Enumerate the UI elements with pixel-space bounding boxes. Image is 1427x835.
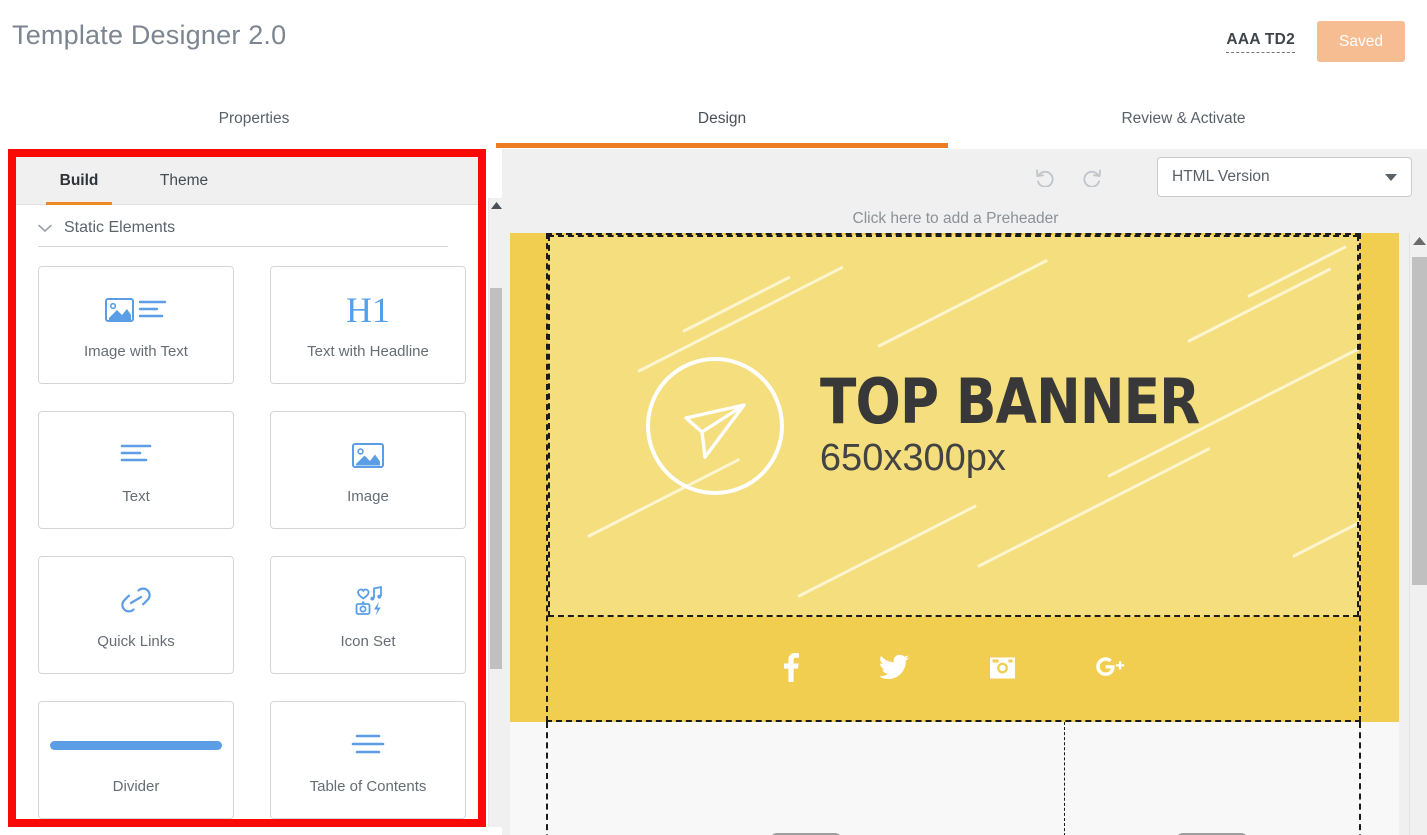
scrollbar-thumb[interactable] — [1412, 257, 1427, 585]
h1-glyph: H1 — [346, 290, 390, 330]
banner-selection-outline — [546, 233, 1361, 722]
element-card-text[interactable]: Text — [38, 411, 234, 529]
element-card-label: Quick Links — [97, 633, 175, 650]
tab-underline-active — [496, 143, 948, 148]
build-panel-highlight: Build Theme Static Elements Image with T… — [8, 149, 486, 827]
scroll-up-arrow[interactable] — [489, 202, 503, 211]
content-row — [510, 722, 1399, 835]
tab-design[interactable]: Design — [496, 96, 948, 148]
content-slot-left[interactable] — [546, 722, 1065, 835]
link-chain-icon — [118, 580, 154, 620]
element-card-divider[interactable]: Divider — [38, 701, 234, 819]
chevron-down-icon — [1385, 173, 1397, 181]
tab-review-activate-label: Review & Activate — [1121, 110, 1246, 127]
header-actions: AAA TD2 Saved — [1226, 21, 1405, 62]
icon-set-icon — [349, 580, 387, 620]
element-card-label: Text with Headline — [307, 343, 429, 360]
divider-bar-icon — [50, 725, 222, 765]
build-theme-tabbar: Build Theme — [16, 157, 478, 205]
tab-properties[interactable]: Properties — [10, 96, 498, 148]
scroll-up-arrow[interactable] — [1410, 237, 1427, 248]
tab-theme-underline — [144, 202, 224, 205]
element-card-table-of-contents[interactable]: Table of Contents — [270, 701, 466, 819]
section-title: Static Elements — [64, 219, 176, 236]
tab-underline — [950, 143, 1417, 148]
table-of-contents-icon — [348, 725, 388, 765]
tab-properties-label: Properties — [218, 110, 290, 127]
build-panel-scrollbar[interactable] — [488, 198, 502, 827]
text-lines-icon — [116, 435, 156, 475]
email-body: TOP BANNER 650x300px — [510, 233, 1399, 835]
element-card-label: Divider — [112, 778, 160, 795]
tab-build[interactable]: Build — [46, 157, 112, 205]
element-card-text-with-headline[interactable]: H1 Text with Headline — [270, 266, 466, 384]
element-card-icon-set[interactable]: Icon Set — [270, 556, 466, 674]
element-card-image[interactable]: Image — [270, 411, 466, 529]
undo-icon[interactable] — [1030, 162, 1060, 192]
element-card-label: Image — [347, 488, 389, 505]
image-with-text-icon — [105, 290, 167, 330]
build-panel: Build Theme Static Elements Image with T… — [16, 157, 478, 819]
content-slot-right[interactable] — [1065, 722, 1361, 835]
user-template-name[interactable]: AAA TD2 — [1226, 31, 1296, 53]
version-select-value: HTML Version — [1172, 168, 1270, 185]
app-header: Template Designer 2.0 AAA TD2 Saved — [0, 0, 1427, 88]
h1-icon: H1 — [346, 290, 390, 330]
tab-review-activate[interactable]: Review & Activate — [950, 96, 1417, 148]
tab-build-label: Build — [59, 172, 99, 189]
banner-block[interactable]: TOP BANNER 650x300px — [510, 233, 1399, 722]
tab-theme[interactable]: Theme — [144, 157, 224, 205]
divider-bar-shape — [50, 740, 222, 750]
page-title: Template Designer 2.0 — [12, 20, 287, 50]
element-card-label: Image with Text — [84, 343, 188, 360]
scrollbar-thumb[interactable] — [490, 288, 502, 669]
image-icon — [351, 435, 385, 475]
design-toolbar: HTML Version — [502, 149, 1427, 205]
tab-theme-label: Theme — [159, 172, 209, 189]
save-button[interactable]: Saved — [1317, 21, 1405, 62]
element-card-label: Table of Contents — [309, 778, 427, 795]
canvas-scrollbar[interactable] — [1409, 233, 1427, 835]
email-canvas: TOP BANNER 650x300px — [502, 233, 1409, 835]
element-card-quick-links[interactable]: Quick Links — [38, 556, 234, 674]
element-card-image-with-text[interactable]: Image with Text — [38, 266, 234, 384]
preheader-placeholder[interactable]: Click here to add a Preheader — [502, 205, 1409, 233]
redo-icon[interactable] — [1077, 162, 1107, 192]
section-static-elements-header[interactable]: Static Elements — [38, 219, 448, 247]
element-card-label: Icon Set — [340, 633, 396, 650]
tab-design-label: Design — [697, 110, 747, 127]
design-pane: HTML Version Click here to add a Prehead… — [502, 149, 1427, 835]
wizard-step-tabs: Properties Design Review & Activate — [0, 96, 1427, 148]
chevron-down-icon — [38, 222, 52, 235]
tab-build-underline — [46, 202, 112, 205]
element-card-label: Text — [122, 488, 150, 505]
tab-underline — [10, 143, 498, 148]
version-select[interactable]: HTML Version — [1157, 157, 1412, 197]
static-elements-grid: Image with Text H1 Text with Headline Te… — [38, 266, 466, 819]
